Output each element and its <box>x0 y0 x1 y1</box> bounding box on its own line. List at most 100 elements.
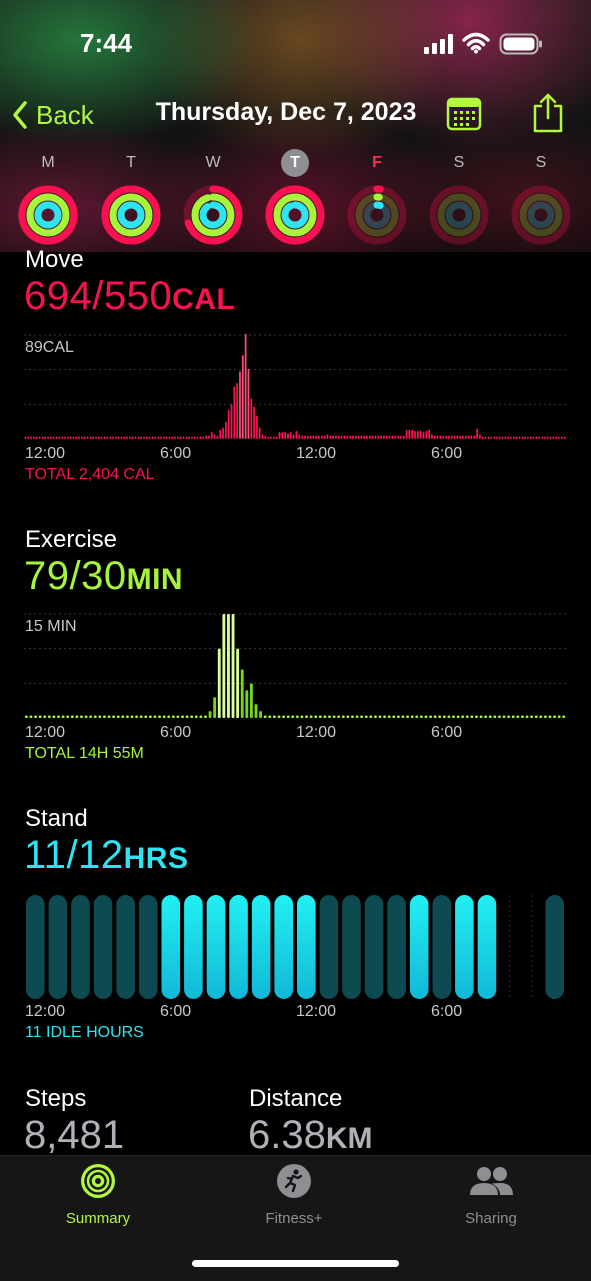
move-value-number: 694/550 <box>24 274 173 318</box>
chart-bar <box>210 431 213 439</box>
chart-bar <box>30 436 32 439</box>
chart-bar <box>61 436 64 439</box>
chart-bar <box>490 436 493 439</box>
day-letter[interactable]: W <box>193 154 233 172</box>
day-activity-rings[interactable] <box>509 183 573 247</box>
chart-bar <box>199 436 202 439</box>
back-button[interactable]: Back <box>12 96 94 134</box>
stand-bar-idle <box>387 895 406 999</box>
move-unit: CAL <box>172 283 236 316</box>
share-icon[interactable] <box>530 92 566 134</box>
chart-bar <box>188 436 191 439</box>
chart-bar <box>498 436 501 439</box>
chart-bar <box>89 715 93 718</box>
chart-bar <box>388 435 391 439</box>
stand-bar-idle <box>432 895 452 999</box>
chart-bar <box>363 435 366 439</box>
home-indicator <box>192 1260 399 1267</box>
chart-bar <box>516 715 520 718</box>
chart-bar <box>397 435 399 439</box>
day-activity-rings[interactable] <box>427 183 491 247</box>
chart-bar <box>470 435 473 439</box>
stand-ring <box>281 201 309 229</box>
chart-bar <box>153 715 157 718</box>
chart-bar <box>177 436 179 439</box>
chart-bar <box>93 715 97 718</box>
chart-bar <box>488 715 492 718</box>
stand-bar-stood <box>455 895 474 999</box>
day-letter[interactable]: S <box>439 154 479 172</box>
day-letter[interactable]: F <box>357 154 397 172</box>
chart-bar <box>38 715 42 718</box>
chart-bar <box>424 715 428 718</box>
day-activity-rings[interactable] <box>263 183 327 247</box>
day-letter[interactable]: T <box>281 149 309 177</box>
chart-bar <box>553 715 556 718</box>
chart-bar <box>256 415 258 439</box>
move-total: TOTAL 2,404 CAL <box>25 466 155 483</box>
day-activity-rings[interactable] <box>99 183 163 247</box>
distance-label: Distance <box>249 1085 343 1112</box>
chart-bar <box>380 435 383 439</box>
chart-bar <box>199 715 203 718</box>
chart-bar <box>250 398 253 439</box>
chart-bar <box>227 614 230 718</box>
chart-bar <box>442 435 445 439</box>
distance-unit: KM <box>325 1122 373 1155</box>
chart-bar <box>431 434 433 439</box>
chart-bar <box>222 427 224 439</box>
chart-bar <box>114 436 117 439</box>
tab-sharing[interactable]: Sharing <box>426 1163 556 1227</box>
chart-bar <box>57 715 60 718</box>
chart-bar <box>558 436 560 439</box>
chart-bar <box>481 436 484 439</box>
chart-bar <box>125 715 129 718</box>
chart-bar <box>58 436 61 439</box>
chart-bar <box>493 715 497 718</box>
chart-bar <box>438 715 442 718</box>
chart-bar <box>352 435 354 439</box>
chart-bar <box>202 436 205 439</box>
stand-bar-idle <box>545 895 564 999</box>
chart-bar <box>309 715 313 718</box>
chart-bar <box>162 436 165 439</box>
chart-bar <box>123 436 126 439</box>
people-icon <box>470 1167 513 1195</box>
chart-bar <box>557 715 561 718</box>
stand-bar-idle <box>48 895 68 999</box>
chart-bar <box>476 428 478 439</box>
chart-bar <box>289 431 292 439</box>
day-letter[interactable]: S <box>521 154 561 172</box>
chart-bar <box>41 436 44 439</box>
chart-bar <box>433 435 436 439</box>
calendar-icon[interactable] <box>446 96 482 132</box>
chart-bar <box>227 409 230 439</box>
chart-bar <box>560 436 563 439</box>
chart-bar <box>292 434 295 439</box>
chart-bar <box>287 433 289 439</box>
chart-bar <box>204 715 207 718</box>
chart-bar <box>419 430 422 439</box>
tab-summary[interactable]: Summary <box>33 1163 163 1227</box>
tab-fitness-plus[interactable]: Fitness+ <box>229 1163 359 1227</box>
chart-bar <box>453 435 456 439</box>
chart-bar <box>258 427 261 439</box>
tab-summary-label: Summary <box>65 1210 131 1227</box>
page-title: Thursday, Dec 7, 2023 <box>155 98 417 126</box>
chart-bar <box>230 403 233 439</box>
chart-bar <box>512 436 515 439</box>
chart-bar <box>43 715 47 718</box>
day-activity-rings[interactable] <box>16 183 80 247</box>
chart-bar <box>165 436 168 439</box>
exercise-unit: MIN <box>126 563 184 596</box>
day-activity-rings[interactable] <box>181 183 245 247</box>
day-letter[interactable]: M <box>28 154 68 172</box>
day-activity-rings[interactable] <box>345 183 409 247</box>
chart-bar <box>465 715 469 718</box>
steps-value: 8,481 <box>24 1113 125 1157</box>
day-letter[interactable]: T <box>111 154 151 172</box>
chart-bar <box>518 436 521 439</box>
chart-bar <box>459 435 462 439</box>
chart-bar <box>263 715 267 718</box>
activity-rings-icon <box>81 1164 115 1198</box>
